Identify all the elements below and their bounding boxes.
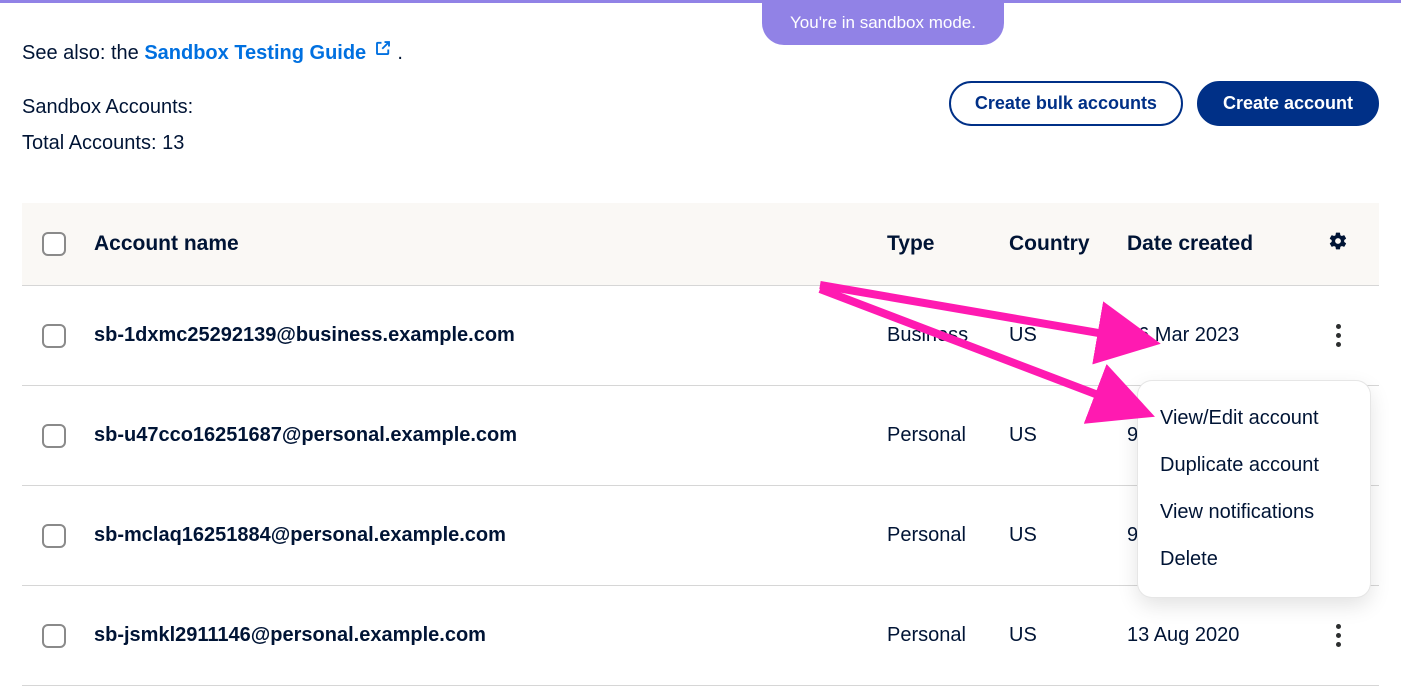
menu-item-notifications[interactable]: View notifications — [1138, 489, 1370, 536]
total-accounts-label: Total Accounts: 13 — [22, 125, 193, 161]
cell-type: Personal — [887, 524, 1009, 547]
external-link-icon — [374, 39, 392, 63]
cell-name: sb-1dxmc25292139@business.example.com — [90, 324, 887, 347]
cell-country: US — [1009, 524, 1127, 547]
table-row: sb-1dxmc25292139@business.example.com Bu… — [22, 286, 1379, 386]
see-also-suffix: . — [397, 42, 403, 64]
cell-country: US — [1009, 424, 1127, 447]
menu-item-duplicate[interactable]: Duplicate account — [1138, 442, 1370, 489]
column-header-name: Account name — [90, 232, 887, 256]
sandbox-guide-link[interactable]: Sandbox Testing Guide — [144, 42, 397, 64]
table-header: Account name Type Country Date created — [22, 203, 1379, 286]
row-checkbox[interactable] — [42, 324, 66, 348]
create-account-button[interactable]: Create account — [1197, 81, 1379, 126]
table-row: sb-jsmkl2911146@personal.example.com Per… — [22, 586, 1379, 686]
column-header-date: Date created — [1127, 232, 1317, 256]
row-checkbox[interactable] — [42, 424, 66, 448]
sandbox-mode-badge: You're in sandbox mode. — [762, 3, 1004, 45]
cell-name: sb-u47cco16251687@personal.example.com — [90, 424, 887, 447]
row-checkbox[interactable] — [42, 524, 66, 548]
gear-icon[interactable] — [1328, 231, 1348, 257]
cell-date: 16 Mar 2023 — [1127, 324, 1317, 347]
sandbox-guide-link-label: Sandbox Testing Guide — [144, 42, 366, 64]
column-header-country: Country — [1009, 232, 1127, 256]
see-also-prefix: See also: the — [22, 42, 144, 64]
row-actions-menu-button[interactable] — [1330, 318, 1347, 353]
row-actions-menu-button[interactable] — [1330, 618, 1347, 653]
see-also-text: See also: the Sandbox Testing Guide . — [22, 39, 1379, 65]
accounts-summary: Sandbox Accounts: Total Accounts: 13 — [22, 89, 193, 161]
cell-name: sb-jsmkl2911146@personal.example.com — [90, 624, 887, 647]
row-checkbox[interactable] — [42, 624, 66, 648]
cell-name: sb-mclaq16251884@personal.example.com — [90, 524, 887, 547]
cell-country: US — [1009, 624, 1127, 647]
column-header-type: Type — [887, 232, 1009, 256]
cell-type: Personal — [887, 624, 1009, 647]
sandbox-accounts-label: Sandbox Accounts: — [22, 89, 193, 125]
cell-country: US — [1009, 324, 1127, 347]
cell-date: 13 Aug 2020 — [1127, 624, 1317, 647]
menu-item-delete[interactable]: Delete — [1138, 536, 1370, 583]
cell-type: Personal — [887, 424, 1009, 447]
select-all-checkbox[interactable] — [42, 232, 66, 256]
cell-type: Business — [887, 324, 1009, 347]
row-actions-dropdown: View/Edit account Duplicate account View… — [1138, 381, 1370, 597]
create-bulk-accounts-button[interactable]: Create bulk accounts — [949, 81, 1183, 126]
menu-item-view-edit[interactable]: View/Edit account — [1138, 395, 1370, 442]
